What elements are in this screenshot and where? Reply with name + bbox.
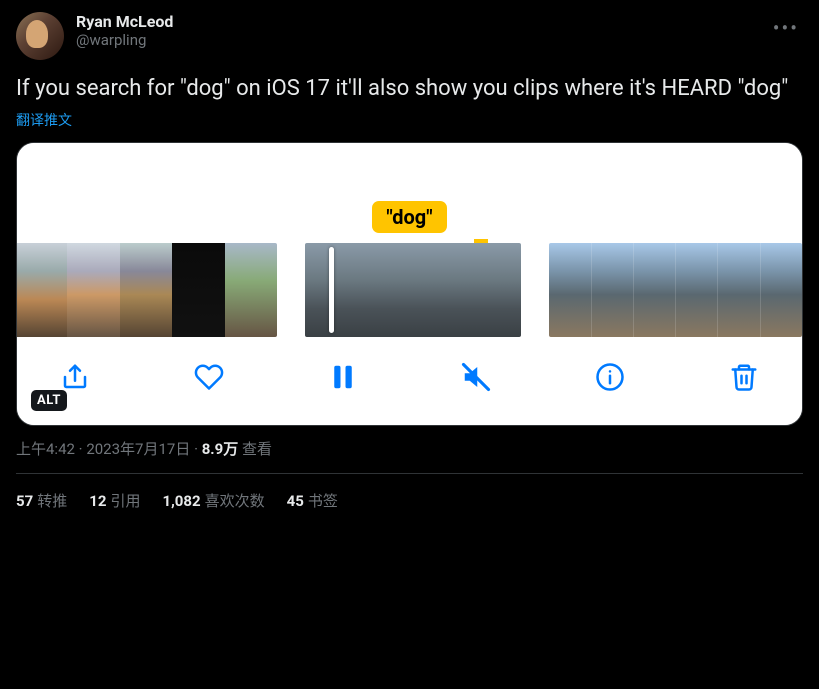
- retweets-stat[interactable]: 57转推: [16, 490, 67, 511]
- likes-stat[interactable]: 1,082 喜欢次数: [162, 490, 264, 511]
- quotes-stat[interactable]: 12引用: [89, 490, 140, 511]
- stat-label: 书签: [308, 492, 338, 510]
- clip-thumbnail[interactable]: [717, 243, 759, 337]
- clip-group[interactable]: [17, 243, 277, 337]
- pause-icon[interactable]: [325, 359, 361, 395]
- clip-thumbnail[interactable]: [377, 243, 449, 337]
- search-term-badge: "dog": [372, 201, 446, 233]
- views-label: 查看: [242, 440, 272, 458]
- user-block[interactable]: Ryan McLeod @warpling: [76, 12, 757, 49]
- clip-thumbnail[interactable]: [449, 243, 521, 337]
- tweet-time[interactable]: 上午4:42: [16, 440, 75, 458]
- stat-count: 45: [287, 492, 304, 510]
- clip-thumbnail[interactable]: [591, 243, 633, 337]
- clip-thumbnail[interactable]: [67, 243, 119, 337]
- trash-icon[interactable]: [726, 359, 762, 395]
- video-timeline[interactable]: [17, 243, 802, 337]
- stat-count: 12: [89, 492, 106, 510]
- avatar[interactable]: [16, 12, 64, 60]
- clip-group[interactable]: [305, 243, 521, 337]
- playhead-icon[interactable]: [329, 247, 334, 333]
- tweet-date[interactable]: 2023年7月17日: [86, 440, 190, 458]
- clip-thumbnail[interactable]: [760, 243, 802, 337]
- info-icon[interactable]: [592, 359, 628, 395]
- mute-icon[interactable]: [458, 359, 494, 395]
- clip-group[interactable]: [549, 243, 802, 337]
- clip-thumbnail[interactable]: [225, 243, 277, 337]
- clip-thumbnail[interactable]: [17, 243, 67, 337]
- heart-icon[interactable]: [191, 359, 227, 395]
- user-handle: @warpling: [76, 31, 757, 49]
- clip-thumbnail[interactable]: [675, 243, 717, 337]
- media-header-area: "dog": [17, 143, 802, 243]
- tweet-header: Ryan McLeod @warpling •••: [16, 12, 803, 60]
- stat-label: 喜欢次数: [205, 492, 265, 510]
- clip-thumbnail[interactable]: [549, 243, 590, 337]
- stat-label: 转推: [37, 492, 67, 510]
- more-icon[interactable]: •••: [769, 12, 803, 44]
- bookmarks-stat[interactable]: 45书签: [287, 490, 338, 511]
- tweet-container: Ryan McLeod @warpling ••• If you search …: [0, 0, 819, 527]
- tweet-meta: 上午4:42 · 2023年7月17日 · 8.9万 查看: [16, 438, 803, 474]
- stat-label: 引用: [110, 492, 140, 510]
- stat-count: 57: [16, 492, 33, 510]
- translate-link[interactable]: 翻译推文: [16, 110, 72, 130]
- views-count[interactable]: 8.9万: [202, 440, 239, 458]
- tweet-stats: 57转推 12引用 1,082 喜欢次数 45书签: [16, 474, 803, 527]
- media-controls: [17, 337, 802, 425]
- media-card[interactable]: "dog": [16, 142, 803, 426]
- tweet-text: If you search for "dog" on iOS 17 it'll …: [16, 74, 803, 104]
- clip-thumbnail[interactable]: [305, 243, 377, 337]
- display-name: Ryan McLeod: [76, 12, 757, 31]
- alt-badge[interactable]: ALT: [31, 390, 67, 411]
- clip-thumbnail[interactable]: [172, 243, 224, 337]
- clip-thumbnail[interactable]: [633, 243, 675, 337]
- clip-thumbnail[interactable]: [120, 243, 172, 337]
- stat-count: 1,082: [162, 492, 200, 510]
